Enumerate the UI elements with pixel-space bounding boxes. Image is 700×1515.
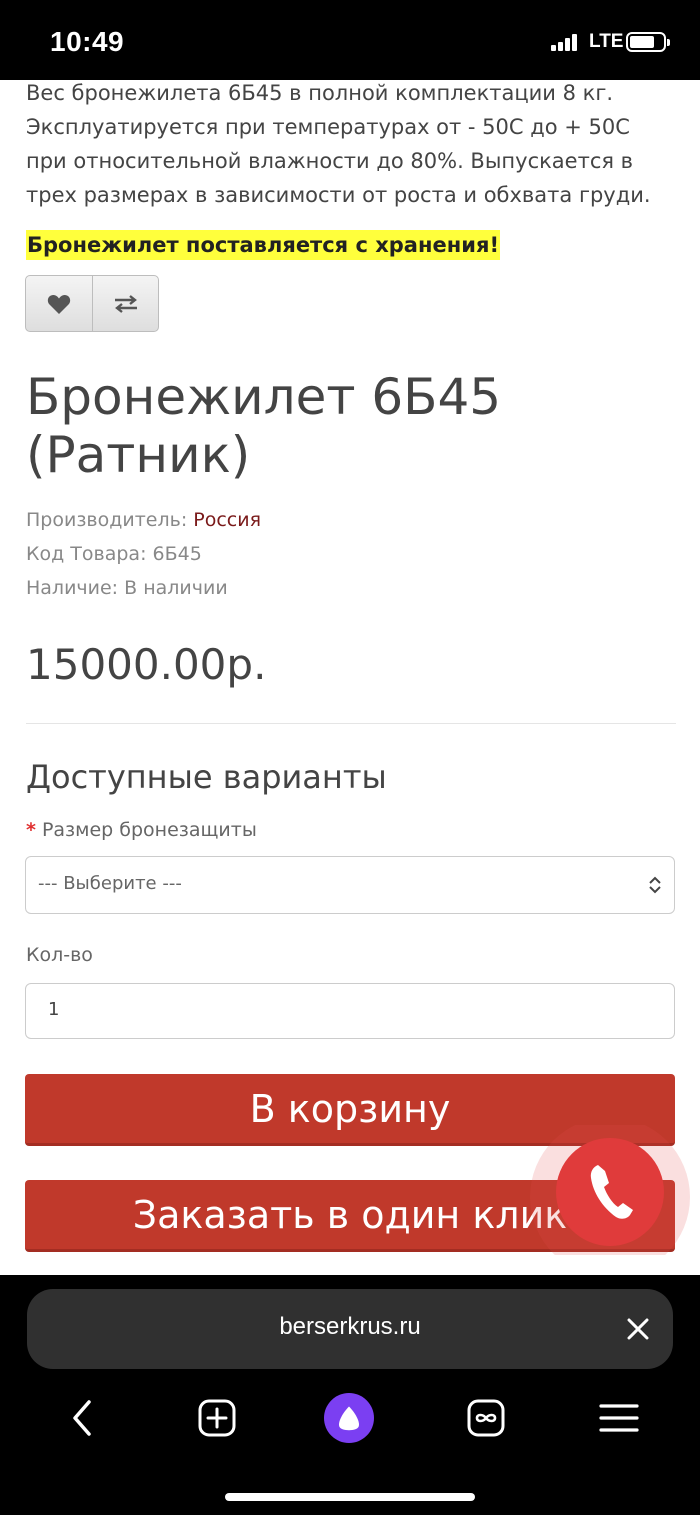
exchange-icon [114,294,137,313]
product-code-row: Код Товара: 6Б45 [26,543,202,565]
signal-icon [551,33,579,51]
call-button[interactable] [530,1125,690,1255]
alice-icon [324,1393,374,1443]
heart-icon [47,294,71,314]
storage-notice: Бронежилет поставляется с хранения! [26,230,501,260]
manufacturer-label: Производитель: [26,509,188,531]
size-label-text: Размер бронезащиты [41,819,257,841]
new-tab-icon [198,1399,236,1437]
manufacturer-row: Производитель: Россия [26,509,261,531]
compare-button[interactable] [92,276,158,331]
close-icon[interactable] [625,1316,651,1342]
address-bar[interactable]: berserkrus.ru [27,1289,673,1369]
browser-toolbar: berserkrus.ru [0,1275,700,1515]
manufacturer-link[interactable]: Россия [193,509,261,531]
wishlist-button[interactable] [26,276,92,331]
availability-value: В наличии [124,577,228,599]
qty-label: Кол-во [26,944,93,966]
size-label: * Размер бронезащиты [26,819,257,841]
hamburger-menu-icon [599,1404,639,1432]
wishlist-compare-group [25,275,159,332]
back-button[interactable] [57,1393,107,1443]
quantity-input[interactable]: 1 [25,983,675,1039]
product-title: Бронежилет 6Б45 (Ратник) [26,368,502,484]
options-title: Доступные варианты [26,758,387,796]
product-price: 15000.00р. [26,640,267,689]
tabs-infinity-icon [467,1399,505,1437]
chevron-updown-icon [649,876,661,894]
url-text: berserkrus.ru [279,1313,421,1340]
availability-row: Наличие: В наличии [26,577,228,599]
new-tab-button[interactable] [192,1393,242,1443]
quantity-value: 1 [48,999,60,1020]
menu-button[interactable] [594,1393,644,1443]
status-bar: 10:49 LTE [0,0,700,82]
battery-icon [626,32,670,52]
size-select-value: --- Выберите --- [38,873,182,894]
size-select[interactable]: --- Выберите --- [25,856,675,914]
code-value: 6Б45 [152,543,202,565]
divider [26,723,676,724]
required-mark: * [26,819,36,841]
back-arrow-icon [73,1400,91,1436]
status-time: 10:49 [50,26,125,57]
tabs-button[interactable] [461,1393,511,1443]
product-description: Вес бронежилета 6Б45 в полной комплектац… [26,81,651,207]
availability-label: Наличие: [26,577,119,599]
alice-assistant-button[interactable] [324,1393,374,1443]
network-type: LTE [589,31,624,52]
code-label: Код Товара: [26,543,147,565]
home-indicator [225,1493,475,1501]
page-content: Вес бронежилета 6Б45 в полной комплектац… [0,80,700,1275]
